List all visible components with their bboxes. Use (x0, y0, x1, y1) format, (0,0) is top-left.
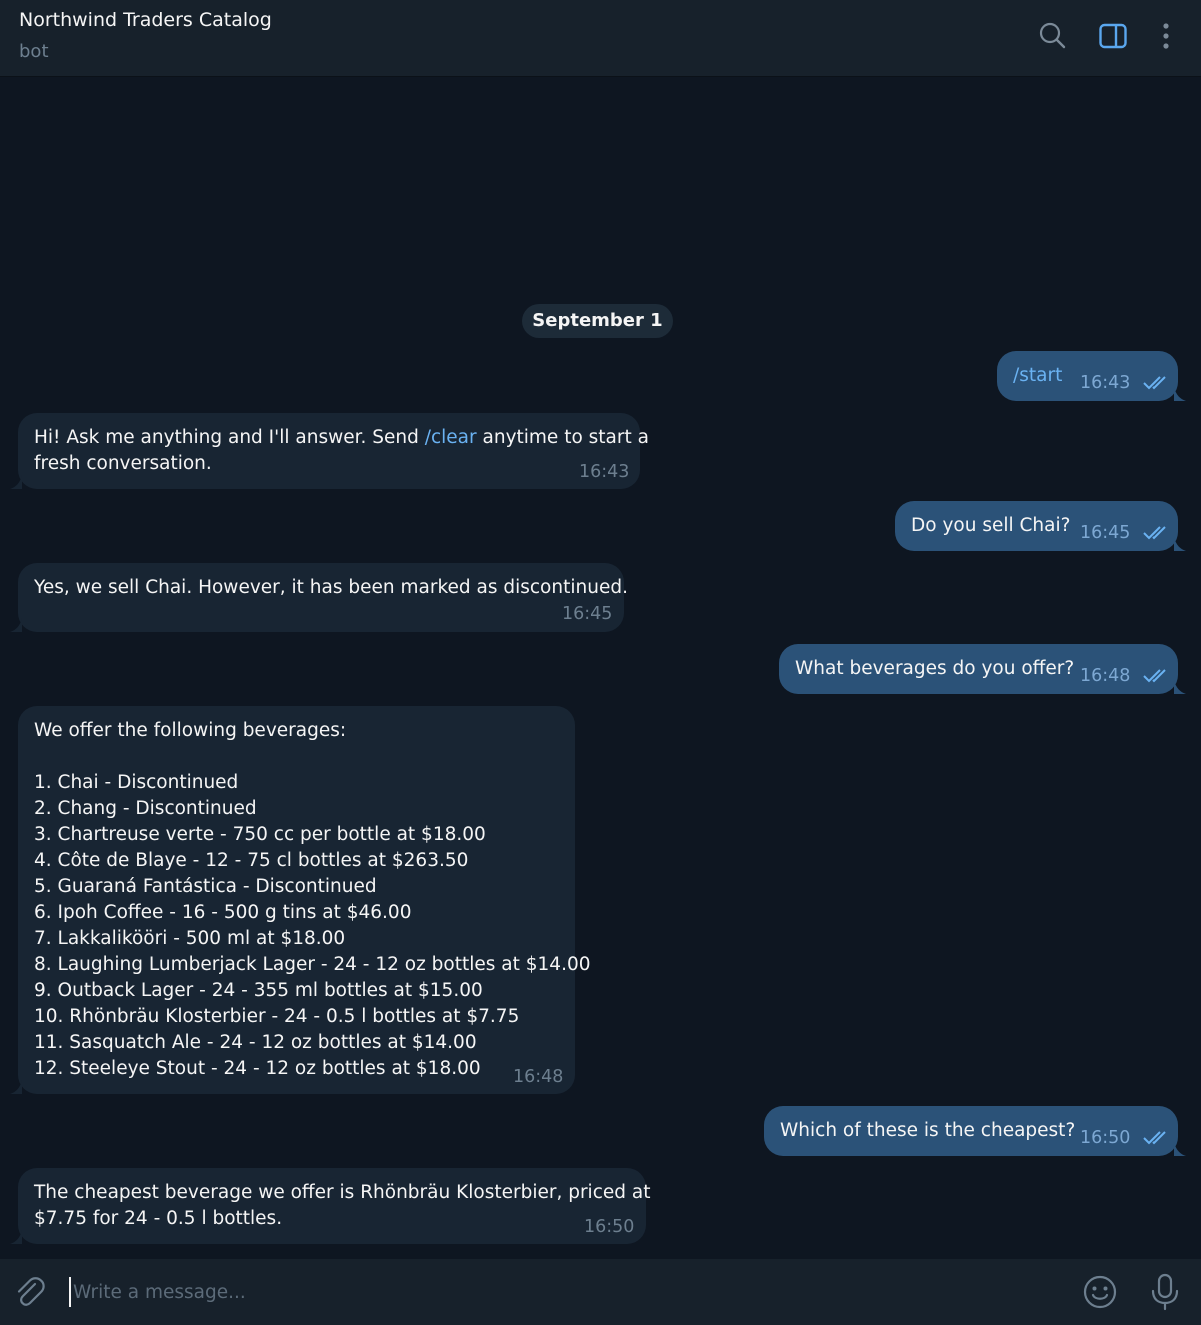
clear-command-link[interactable]: /clear (425, 427, 477, 448)
bubble-tail (10, 618, 22, 632)
more-vertical-icon[interactable] (1150, 20, 1182, 52)
message-text: We offer the following beverages: 1. Cha… (34, 720, 591, 1079)
outgoing-message[interactable]: What beverages do you offer? 16:48 (779, 644, 1178, 694)
microphone-icon[interactable] (1148, 1272, 1182, 1312)
paperclip-icon[interactable] (13, 1275, 47, 1309)
chat-title[interactable]: Northwind Traders Catalog (19, 9, 272, 31)
outgoing-message[interactable]: Which of these is the cheapest? 16:50 (764, 1106, 1178, 1156)
bubble-tail (1174, 387, 1186, 401)
message-text: Do you sell Chai? (911, 515, 1071, 536)
message-time: 16:43 (1080, 373, 1131, 393)
message-text: What beverages do you offer? (795, 658, 1075, 679)
outgoing-message[interactable]: Do you sell Chai? 16:45 (895, 501, 1178, 551)
message-composer (0, 1259, 1201, 1325)
message-text-line2: fresh conversation. (34, 453, 212, 474)
bubble-tail (10, 1080, 22, 1094)
bubble-tail (1174, 1142, 1186, 1156)
sidebar-toggle-icon[interactable] (1097, 20, 1129, 52)
outgoing-message[interactable]: /start 16:43 (997, 351, 1178, 401)
incoming-message[interactable]: We offer the following beverages: 1. Cha… (18, 706, 591, 1094)
message-time: 16:45 (562, 604, 613, 624)
message-time: 16:43 (579, 462, 630, 482)
incoming-message[interactable]: Yes, we sell Chai. However, it has been … (18, 563, 628, 632)
message-text: Yes, we sell Chai. However, it has been … (34, 577, 628, 598)
chat-header: Northwind Traders Catalog bot (0, 0, 1201, 77)
message-text: The cheapest beverage we offer is Rhönbr… (34, 1182, 651, 1229)
double-check-icon (1143, 376, 1166, 390)
double-check-icon (1143, 669, 1166, 683)
date-separator: September 1 (522, 304, 673, 338)
bubble-tail (10, 1230, 22, 1244)
incoming-message[interactable]: The cheapest beverage we offer is Rhönbr… (18, 1168, 650, 1244)
double-check-icon (1143, 1131, 1166, 1145)
message-list[interactable]: September 1 /start 16:43 Hi! Ask me anyt… (0, 78, 1201, 1258)
message-time: 16:45 (1080, 523, 1131, 543)
emoji-icon[interactable] (1082, 1274, 1118, 1310)
message-text[interactable]: /start (1013, 363, 1062, 389)
search-icon[interactable] (1037, 20, 1069, 52)
bubble-tail (10, 475, 22, 489)
message-time: 16:50 (1080, 1128, 1131, 1148)
message-time: 16:50 (584, 1217, 635, 1237)
message-input[interactable] (69, 1277, 1059, 1307)
message-text: Which of these is the cheapest? (780, 1120, 1076, 1141)
message-text: Hi! Ask me anything and I'll answer. Sen… (34, 427, 649, 448)
message-time: 16:48 (513, 1067, 564, 1087)
incoming-message[interactable]: Hi! Ask me anything and I'll answer. Sen… (18, 413, 649, 489)
message-time: 16:48 (1080, 666, 1131, 686)
bubble-tail (1174, 680, 1186, 694)
bubble-tail (1174, 537, 1186, 551)
double-check-icon (1143, 526, 1166, 540)
chat-subtitle: bot (19, 41, 49, 62)
